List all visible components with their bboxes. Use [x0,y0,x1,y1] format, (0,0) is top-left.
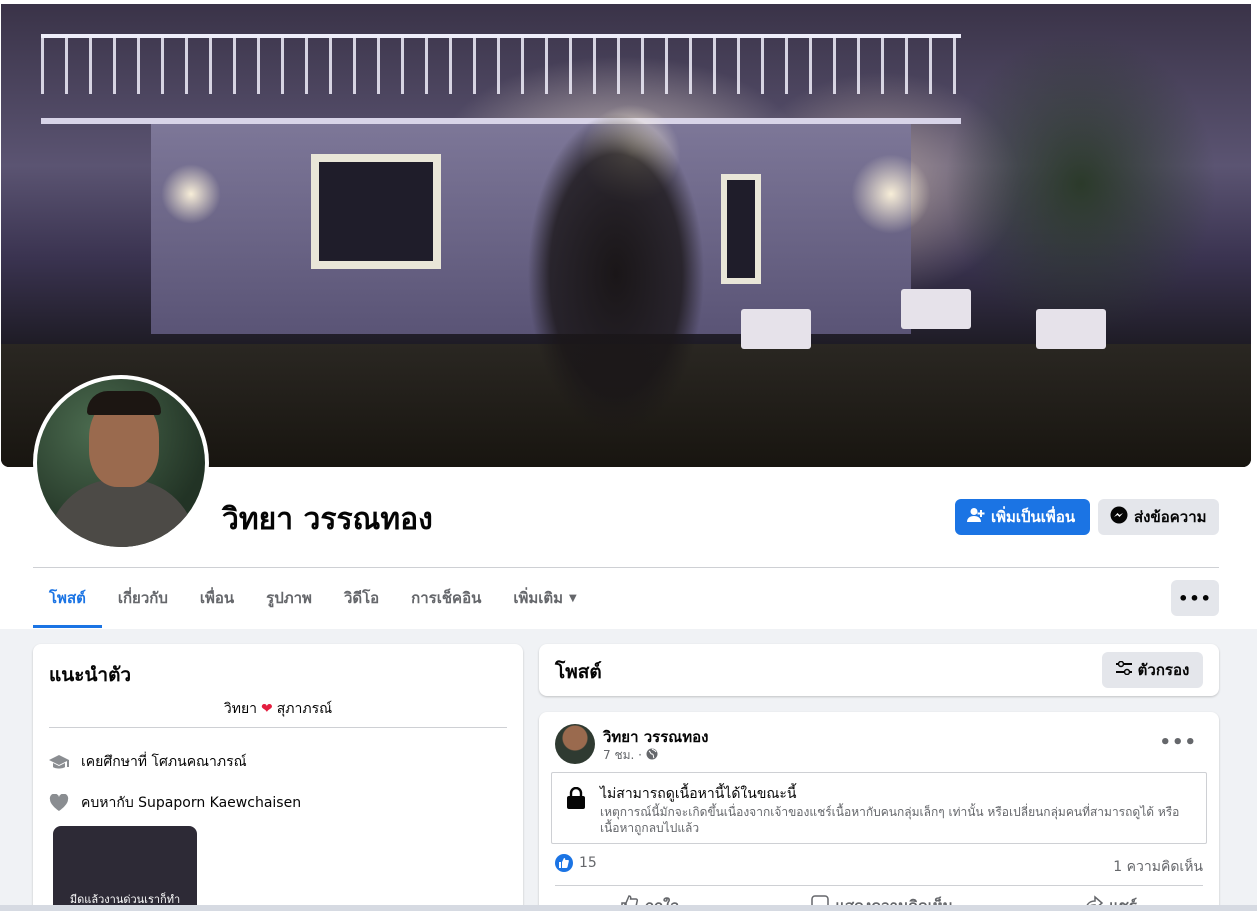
caret-down-icon: ▼ [569,592,577,604]
unavailable-content-box: ไม่สามารถดูเนื้อหานี้ได้ในขณะนี้ เหตุการ… [551,772,1207,844]
cover-photo[interactable] [1,4,1251,467]
send-message-label: ส่งข้อความ [1134,508,1207,526]
post-time[interactable]: 7 ชม. · [603,746,642,765]
relationship-text[interactable]: คบหากับ Supaporn Kaewchaisen [81,792,301,814]
intro-title: แนะนำตัว [49,664,132,686]
tab-photos[interactable]: รูปภาพ [250,568,328,628]
add-friend-icon [967,507,985,527]
reaction-summary[interactable]: 15 [555,854,597,872]
tab-friends[interactable]: เพื่อน [184,568,250,628]
tab-more[interactable]: เพิ่มเติม ▼ [497,568,592,628]
post-author-avatar[interactable] [555,724,595,764]
intro-card: แนะนำตัว วิทยา ❤ สุภาภรณ์ เคยศึกษาที่ โศภน… [33,644,523,911]
heart-outline-icon [49,793,69,813]
posts-header-card: โพสต์ ตัวกรอง [539,644,1219,696]
filter-icon [1115,660,1132,679]
posts-title: โพสต์ [555,661,602,683]
tab-posts[interactable]: โพสต์ [33,568,102,628]
messenger-icon [1110,506,1128,528]
more-options-button[interactable]: ••• [1171,580,1219,616]
relationship-row: คบหากับ Supaporn Kaewchaisen [49,792,301,814]
globe-icon [646,748,658,763]
heart-icon: ❤ [261,701,273,717]
graduation-cap-icon [49,752,69,772]
education-text: เคยศึกษาที่ โศภนคณาภรณ์ [81,754,247,770]
avatar [37,379,205,547]
comment-count[interactable]: 1 ความคิดเห็น [1113,856,1203,878]
post-more-button[interactable]: ••• [1159,732,1197,753]
filter-button[interactable]: ตัวกรอง [1102,652,1203,688]
post-actions-divider [555,885,1203,886]
intro-bio: วิทยา ❤ สุภาภรณ์ [223,701,333,717]
lock-icon [566,786,586,809]
send-message-button[interactable]: ส่งข้อความ [1098,499,1219,535]
cover-couple [501,64,731,467]
education-row: เคยศึกษาที่ โศภนคณาภรณ์ [49,751,247,773]
post-meta: 7 ชม. · [603,746,658,765]
tab-about[interactable]: เกี่ยวกับ [102,568,184,628]
window-bottom-border [0,905,1257,911]
profile-name: วิทยา วรรณทอง [222,502,433,537]
tab-videos[interactable]: วิดีโอ [328,568,395,628]
unavailable-title: ไม่สามารถดูเนื้อหานี้ได้ในขณะนี้ [600,786,797,802]
profile-tabs: โพสต์ เกี่ยวกับ เพื่อน รูปภาพ วิดีโอ การ… [33,568,593,628]
add-friend-label: เพิ่มเป็นเพื่อน [991,508,1076,526]
intro-divider [49,727,507,728]
unavailable-description: เหตุการณ์นี้มักจะเกิดขึ้นเนื่องจากเจ้าขอ… [600,805,1180,835]
filter-label: ตัวกรอง [1137,661,1190,679]
like-reaction-icon [555,854,573,872]
tab-checkins[interactable]: การเช็คอิน [395,568,497,628]
like-count: 15 [579,855,597,871]
post-card: วิทยา วรรณทอง 7 ชม. · ••• ไม่สามารถดูเนื… [539,712,1219,911]
featured-photo[interactable]: มีดแล้วงานด่วนเราก็ทำ [53,826,197,911]
add-friend-button[interactable]: เพิ่มเป็นเพื่อน [955,499,1090,535]
profile-picture[interactable] [33,375,209,551]
